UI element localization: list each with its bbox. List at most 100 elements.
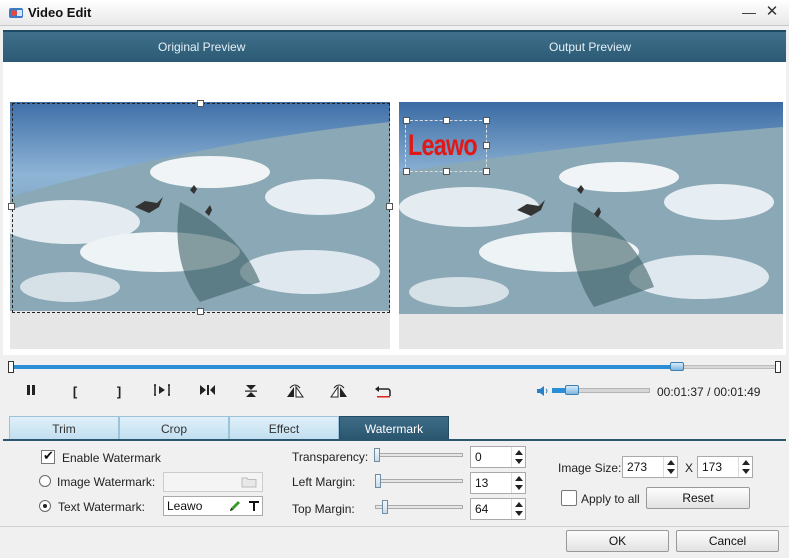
flip-vertical-button[interactable] xyxy=(242,384,260,400)
arrow-down-icon[interactable] xyxy=(742,469,750,474)
transparency-slider-track[interactable] xyxy=(375,453,463,457)
pause-button[interactable] xyxy=(22,384,40,400)
mark-in-button[interactable]: [ xyxy=(66,384,84,400)
time-separator: / xyxy=(707,385,711,399)
reset-button[interactable]: Reset xyxy=(646,487,750,509)
image-watermark-label: Image Watermark: xyxy=(57,475,156,489)
image-size-label: Image Size: xyxy=(558,461,622,475)
crop-handle-left[interactable] xyxy=(8,203,15,210)
rotate-left-icon xyxy=(287,384,304,398)
font-icon[interactable] xyxy=(247,499,261,513)
undo-rotate-button[interactable] xyxy=(374,384,392,400)
volume-slider-thumb[interactable] xyxy=(564,385,579,395)
timeline-end-marker[interactable] xyxy=(775,361,781,373)
top-margin-slider-thumb[interactable] xyxy=(382,500,388,514)
transparency-value: 0 xyxy=(475,450,482,464)
arrow-up-icon[interactable] xyxy=(515,502,523,507)
app-icon xyxy=(9,8,23,18)
timeline-start-marker[interactable] xyxy=(8,361,14,373)
step-frame-icon xyxy=(154,384,170,396)
transparency-stepper[interactable]: 0 xyxy=(470,446,526,468)
left-margin-value: 13 xyxy=(475,476,489,490)
watermark-handle-br[interactable] xyxy=(483,168,490,175)
watermark-handle-right[interactable] xyxy=(483,142,490,149)
volume-icon[interactable] xyxy=(536,384,550,398)
title-bar: Video Edit — ✕ xyxy=(0,0,789,26)
window-title: Video Edit xyxy=(28,5,92,20)
top-margin-stepper[interactable]: 64 xyxy=(470,498,526,520)
arrow-down-icon[interactable] xyxy=(667,469,675,474)
timeline[interactable] xyxy=(8,361,781,373)
left-margin-slider-thumb[interactable] xyxy=(375,474,381,488)
arrow-up-icon[interactable] xyxy=(667,460,675,465)
pause-icon xyxy=(27,385,35,395)
tab-effect[interactable]: Effect xyxy=(229,416,339,440)
current-time: 00:01:37 xyxy=(657,385,704,399)
watermark-handle-tl[interactable] xyxy=(403,117,410,124)
preview-area: Leawo xyxy=(3,62,786,355)
text-watermark-radio[interactable] xyxy=(39,500,51,512)
top-margin-stepper-arrows[interactable] xyxy=(511,499,525,519)
close-button[interactable]: ✕ xyxy=(763,3,781,21)
left-margin-label: Left Margin: xyxy=(292,475,356,489)
watermark-handle-bl[interactable] xyxy=(403,168,410,175)
arrow-down-icon[interactable] xyxy=(515,511,523,516)
arrow-up-icon[interactable] xyxy=(515,450,523,455)
preview-header: Original Preview Output Preview xyxy=(3,30,786,62)
left-margin-slider-track[interactable] xyxy=(375,479,463,483)
arrow-down-icon[interactable] xyxy=(515,485,523,490)
watermark-text-preview: Leawo xyxy=(408,129,478,162)
minimize-button[interactable]: — xyxy=(740,3,758,21)
arrow-up-icon[interactable] xyxy=(742,460,750,465)
tab-crop[interactable]: Crop xyxy=(119,416,229,440)
crop-handle-right[interactable] xyxy=(386,203,393,210)
transparency-stepper-arrows[interactable] xyxy=(511,447,525,467)
arrow-down-icon[interactable] xyxy=(515,459,523,464)
top-margin-value: 64 xyxy=(475,502,489,516)
tab-watermark[interactable]: Watermark xyxy=(339,416,449,440)
watermark-handle-tr[interactable] xyxy=(483,117,490,124)
skip-to-end-button[interactable] xyxy=(198,384,216,400)
mark-out-button[interactable]: ] xyxy=(110,384,128,400)
transparency-label: Transparency: xyxy=(292,450,369,464)
watermark-panel: Enable Watermark Image Watermark: Text W… xyxy=(3,441,786,525)
original-preview-label: Original Preview xyxy=(158,40,246,54)
rotate-left-button[interactable] xyxy=(286,384,304,400)
rotate-right-button[interactable] xyxy=(330,384,348,400)
transparency-slider-thumb[interactable] xyxy=(374,448,380,462)
image-height-value: 173 xyxy=(702,460,723,474)
timeline-progress xyxy=(14,365,677,369)
timeline-playhead[interactable] xyxy=(669,362,684,371)
tab-trim[interactable]: Trim xyxy=(9,416,119,440)
folder-icon[interactable] xyxy=(241,476,257,488)
image-height-stepper-arrows[interactable] xyxy=(738,457,752,477)
ok-button[interactable]: OK xyxy=(566,530,669,552)
pencil-icon[interactable] xyxy=(228,499,242,513)
enable-watermark-checkbox[interactable] xyxy=(41,448,55,464)
rotate-right-icon xyxy=(330,384,347,398)
left-margin-stepper[interactable]: 13 xyxy=(470,472,526,494)
image-height-stepper[interactable]: 173 xyxy=(697,456,753,478)
image-width-stepper[interactable]: 273 xyxy=(622,456,678,478)
text-watermark-label: Text Watermark: xyxy=(58,500,145,514)
left-margin-stepper-arrows[interactable] xyxy=(511,473,525,493)
top-margin-label: Top Margin: xyxy=(292,502,355,516)
cancel-button[interactable]: Cancel xyxy=(676,530,779,552)
original-video-frame[interactable] xyxy=(10,102,390,311)
apply-to-all-checkbox[interactable] xyxy=(561,490,577,506)
watermark-box[interactable]: Leawo xyxy=(405,120,487,172)
image-watermark-radio[interactable] xyxy=(39,475,51,487)
step-frame-button[interactable] xyxy=(153,384,171,400)
image-width-stepper-arrows[interactable] xyxy=(663,457,677,477)
skip-end-icon xyxy=(200,385,215,395)
crop-handle-bottom[interactable] xyxy=(197,308,204,315)
watermark-handle-top[interactable] xyxy=(443,117,450,124)
arrow-up-icon[interactable] xyxy=(515,476,523,481)
undo-icon xyxy=(375,386,391,398)
watermark-handle-bottom[interactable] xyxy=(443,168,450,175)
image-width-value: 273 xyxy=(627,460,648,474)
top-margin-slider-track[interactable] xyxy=(375,505,463,509)
flip-vertical-icon xyxy=(245,385,257,397)
time-display: 00:01:37 / 00:01:49 xyxy=(657,385,760,399)
crop-handle-top[interactable] xyxy=(197,100,204,107)
